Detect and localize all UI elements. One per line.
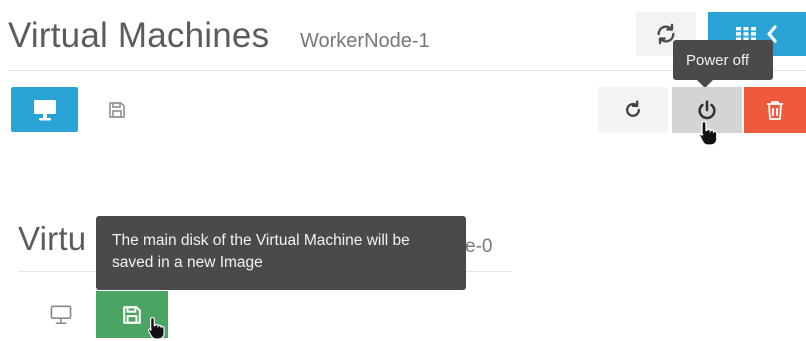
page-title: Virtual Machines [8, 16, 270, 55]
floppy-disk-icon [109, 102, 125, 118]
delete-button[interactable] [744, 87, 806, 133]
power-icon [698, 100, 716, 120]
monitor-icon [33, 99, 56, 120]
console-button[interactable] [11, 87, 78, 132]
tooltip-power-off: Power off [673, 40, 773, 80]
panel2-save-button[interactable] [96, 291, 168, 338]
reboot-button[interactable] [598, 87, 668, 133]
panel2-subtitle: e-0 [465, 236, 493, 257]
trash-icon [767, 101, 783, 120]
monitor-icon [50, 305, 72, 324]
save-button[interactable] [90, 89, 144, 131]
floppy-disk-icon [123, 305, 141, 324]
panel2-console-button[interactable] [36, 293, 86, 337]
rotate-cw-icon [626, 100, 640, 117]
tooltip-save-image: The main disk of the Virtual Machine wil… [96, 216, 466, 290]
panel2-title: Virtu [18, 220, 87, 257]
page-subtitle: WorkerNode-1 [300, 30, 430, 52]
power-off-button[interactable] [672, 87, 742, 133]
grid-icon [736, 27, 756, 41]
